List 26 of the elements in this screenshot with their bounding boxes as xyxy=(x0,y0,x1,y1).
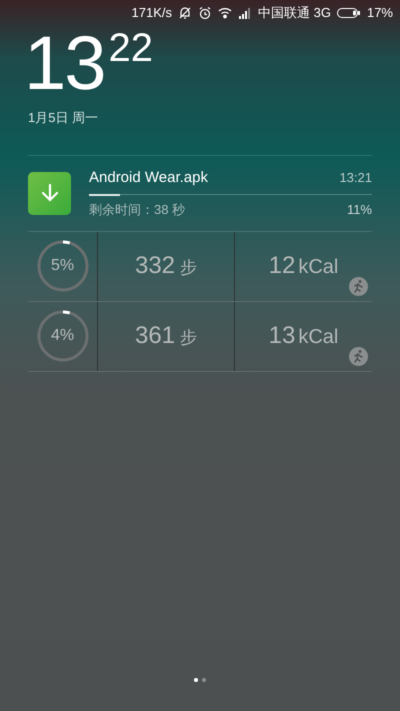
remaining-time: 剩余时间：38 秒 xyxy=(89,201,186,219)
goal-percent: 4% xyxy=(50,326,74,346)
date-label: 1月5日 周一 xyxy=(27,109,98,127)
step-count: 332 步 xyxy=(134,251,198,281)
progress-ring xyxy=(36,239,90,293)
clock-hour: 13 xyxy=(24,28,105,100)
wifi-icon xyxy=(218,7,232,19)
download-icon xyxy=(28,172,71,214)
muted-bell-icon xyxy=(178,6,192,20)
step-count: 361 步 xyxy=(134,321,198,351)
goal-percent: 5% xyxy=(50,256,74,276)
runner-icon xyxy=(349,276,368,296)
notification-time: 13:21 xyxy=(339,169,372,187)
alarm-icon xyxy=(198,6,212,20)
clock-minute: 22 xyxy=(108,26,154,70)
carrier-name: 中国联通 3G xyxy=(258,4,331,22)
download-percent: 11% xyxy=(346,201,372,219)
battery-percent: 17% xyxy=(366,4,393,22)
calorie-count: 12 kCal xyxy=(268,251,338,281)
progress-ring xyxy=(36,309,90,363)
runner-icon xyxy=(349,346,368,366)
calorie-count: 13 kCal xyxy=(268,321,338,351)
network-speed: 171K/s xyxy=(132,4,172,22)
signal-icon xyxy=(238,7,252,19)
battery-icon xyxy=(336,7,361,19)
file-name: Android Wear.apk xyxy=(89,168,208,188)
